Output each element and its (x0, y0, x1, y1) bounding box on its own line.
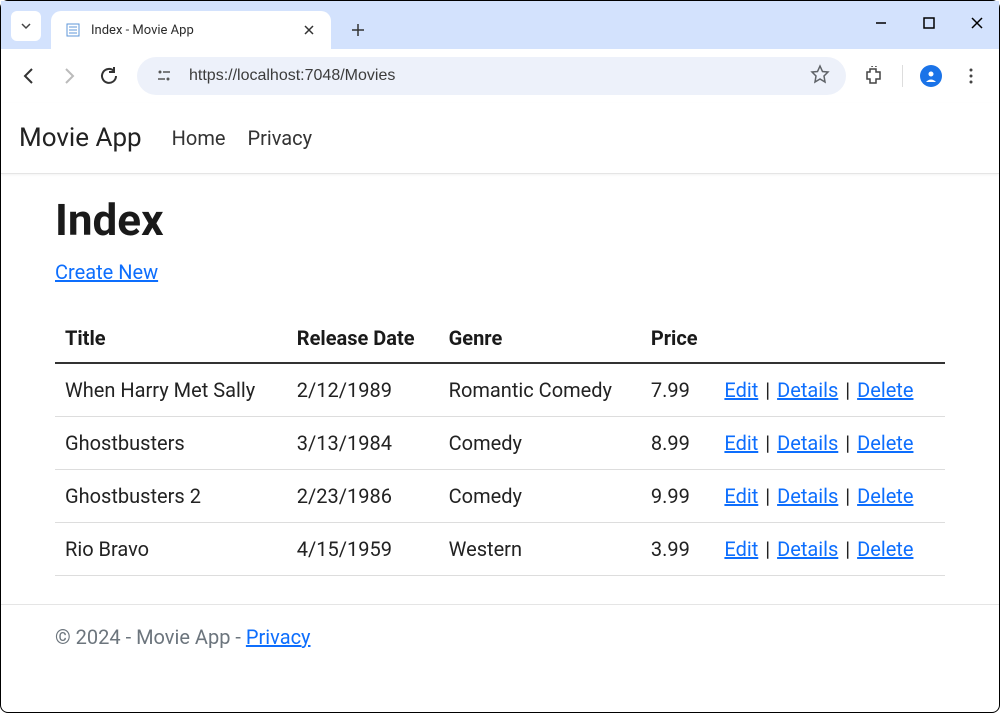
footer-text: © 2024 - Movie App - (55, 625, 246, 649)
cell-actions: Edit | Details | Delete (714, 417, 945, 470)
action-separator: | (758, 484, 777, 508)
edit-link[interactable]: Edit (724, 484, 758, 508)
footer-privacy-link[interactable]: Privacy (246, 625, 311, 649)
details-link[interactable]: Details (777, 537, 838, 561)
address-bar[interactable] (137, 57, 846, 95)
th-price: Price (641, 314, 715, 363)
forward-button[interactable] (57, 64, 81, 88)
browser-tab[interactable]: Index - Movie App (51, 11, 331, 49)
navbar-brand[interactable]: Movie App (19, 123, 142, 153)
browser-titlebar: Index - Movie App (1, 1, 999, 49)
cell-genre: Comedy (439, 417, 641, 470)
page-favicon-icon (65, 22, 81, 38)
th-release-date: Release Date (287, 314, 439, 363)
reload-button[interactable] (97, 64, 121, 88)
delete-link[interactable]: Delete (857, 378, 913, 402)
cell-actions: Edit | Details | Delete (714, 470, 945, 523)
cell-price: 3.99 (641, 523, 715, 576)
delete-link[interactable]: Delete (857, 484, 913, 508)
edit-link[interactable]: Edit (724, 431, 758, 455)
maximize-button[interactable] (919, 13, 939, 33)
table-header-row: Title Release Date Genre Price (55, 314, 945, 363)
close-tab-button[interactable] (301, 22, 317, 38)
navbar: Movie App Home Privacy (1, 103, 999, 174)
details-link[interactable]: Details (777, 484, 838, 508)
edit-link[interactable]: Edit (724, 378, 758, 402)
th-genre: Genre (439, 314, 641, 363)
action-separator: | (758, 537, 777, 561)
details-link[interactable]: Details (777, 378, 838, 402)
bookmark-star-icon[interactable] (810, 64, 830, 88)
tab-title: Index - Movie App (91, 23, 291, 38)
cell-title: Ghostbusters 2 (55, 470, 287, 523)
action-separator: | (838, 431, 857, 455)
extensions-button[interactable] (862, 64, 886, 88)
cell-release-date: 3/13/1984 (287, 417, 439, 470)
action-separator: | (838, 484, 857, 508)
cell-title: Rio Bravo (55, 523, 287, 576)
url-input[interactable] (189, 67, 796, 85)
delete-link[interactable]: Delete (857, 537, 913, 561)
delete-link[interactable]: Delete (857, 431, 913, 455)
th-title: Title (55, 314, 287, 363)
close-window-button[interactable] (967, 13, 987, 33)
minimize-button[interactable] (871, 13, 891, 33)
footer: © 2024 - Movie App - Privacy (1, 604, 999, 669)
action-separator: | (838, 378, 857, 402)
back-button[interactable] (17, 64, 41, 88)
cell-release-date: 2/23/1986 (287, 470, 439, 523)
kebab-menu-button[interactable] (959, 64, 983, 88)
new-tab-button[interactable] (343, 15, 373, 45)
main: Index Create New Title Release Date Genr… (1, 174, 999, 604)
window-controls (871, 13, 987, 33)
nav-link-privacy[interactable]: Privacy (247, 126, 312, 150)
details-link[interactable]: Details (777, 431, 838, 455)
th-actions (714, 314, 945, 363)
cell-genre: Romantic Comedy (439, 363, 641, 417)
tab-search-button[interactable] (11, 11, 41, 41)
action-separator: | (758, 431, 777, 455)
nav-links: Home Privacy (172, 126, 312, 150)
cell-actions: Edit | Details | Delete (714, 523, 945, 576)
cell-title: When Harry Met Sally (55, 363, 287, 417)
action-separator: | (838, 537, 857, 561)
page-title: Index (55, 194, 945, 246)
table-row: Ghostbusters 3/13/1984 Comedy 8.99 Edit … (55, 417, 945, 470)
cell-genre: Western (439, 523, 641, 576)
movies-table: Title Release Date Genre Price When Harr… (55, 314, 945, 576)
profile-button[interactable] (919, 64, 943, 88)
cell-price: 9.99 (641, 470, 715, 523)
table-row: Ghostbusters 2 2/23/1986 Comedy 9.99 Edi… (55, 470, 945, 523)
create-new-link[interactable]: Create New (55, 260, 158, 284)
cell-release-date: 4/15/1959 (287, 523, 439, 576)
browser-toolbar (1, 49, 999, 103)
table-row: Rio Bravo 4/15/1959 Western 3.99 Edit | … (55, 523, 945, 576)
cell-actions: Edit | Details | Delete (714, 363, 945, 417)
edit-link[interactable]: Edit (724, 537, 758, 561)
page-content: Movie App Home Privacy Index Create New … (1, 103, 999, 669)
nav-link-home[interactable]: Home (172, 126, 226, 150)
separator (902, 65, 903, 87)
avatar-icon (920, 65, 942, 87)
cell-release-date: 2/12/1989 (287, 363, 439, 417)
action-separator: | (758, 378, 777, 402)
cell-price: 7.99 (641, 363, 715, 417)
site-settings-icon[interactable] (153, 65, 175, 87)
cell-price: 8.99 (641, 417, 715, 470)
cell-title: Ghostbusters (55, 417, 287, 470)
table-row: When Harry Met Sally 2/12/1989 Romantic … (55, 363, 945, 417)
cell-genre: Comedy (439, 470, 641, 523)
